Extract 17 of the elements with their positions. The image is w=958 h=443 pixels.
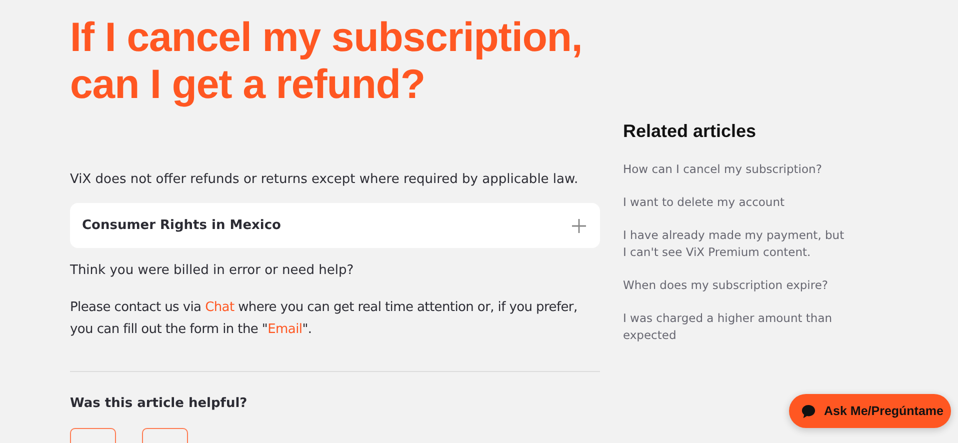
accordion-header[interactable]: Consumer Rights in Mexico <box>70 203 600 248</box>
chat-button[interactable]: Ask Me/Pregúntame <box>789 394 951 428</box>
related-article-link[interactable]: I want to delete my account <box>623 194 848 211</box>
page-title: If I cancel my subscription, can I get a refund? <box>70 14 584 108</box>
related-article-link[interactable]: How can I cancel my subscription? <box>623 161 848 178</box>
related-article-link[interactable]: I have already made my payment, but I can't see ViX Premium content. <box>623 227 848 261</box>
speech-bubble-icon <box>801 404 816 418</box>
contact-paragraph: Please contact us via Chat where you can get real time attention or, if you prefer, you can fill out the form in the "Email". <box>70 299 578 339</box>
related-heading: Related articles <box>623 121 758 142</box>
contact-link[interactable]: Chat <box>205 300 234 315</box>
contact-link[interactable]: Email <box>268 322 302 337</box>
plus-icon <box>572 218 586 232</box>
help-question: Think you were billed in error or need help? <box>70 262 355 280</box>
related-article-link[interactable]: When does my subscription expire? <box>623 277 848 294</box>
feedback-question: Was this article helpful? <box>70 396 248 411</box>
intro-text: ViX does not offer refunds or returns except where required by applicable law. <box>70 171 580 189</box>
related-article-link[interactable]: I was charged a higher amount than expected <box>623 310 848 344</box>
